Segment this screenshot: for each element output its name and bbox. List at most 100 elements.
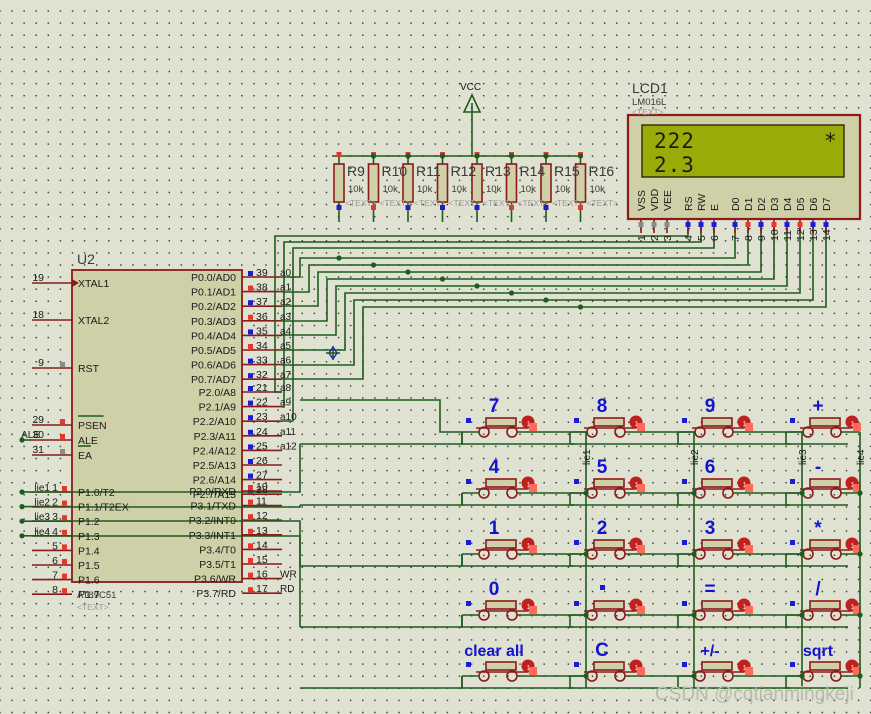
pin-name: P3.6/WR	[194, 574, 236, 586]
pin-number: 26	[256, 455, 268, 467]
pin-number: 16	[256, 569, 268, 581]
net-label: lie3	[34, 512, 50, 523]
schematic-labels: VCC R9 10k <TEXT> R10 10k <TEXT> R11 10k <TEXT> R1…	[21, 80, 867, 705]
net-label: a10	[280, 412, 297, 423]
net-label: a12	[280, 441, 297, 452]
resistor-text-tag: <TEXT>	[449, 198, 481, 208]
lcd-pin-name: VDD	[649, 188, 661, 211]
key-label: =	[704, 579, 715, 600]
pin-name: P2.6/A14	[193, 475, 236, 487]
pin-name: P2.3/A11	[194, 431, 237, 443]
pin-name: P2.2/A10	[193, 416, 236, 428]
lcd-pin-number: 1	[636, 235, 648, 241]
pin-number: 24	[256, 426, 268, 438]
resistor-value: 10k	[555, 184, 571, 195]
net-label: a0	[280, 268, 292, 279]
pin-number: 3	[52, 511, 58, 523]
schematic-canvas[interactable]: 222 * 2.3 ↕ ↕ ↕ ↕ ↕ ↕ ↕ ↕ ↕ ↕ ↕ ↕ ↕ ↕ ↕ ↕ ↕ ↕ ↕ ↕ VCC R9 10k <TEX…	[0, 0, 871, 714]
column-net-label: lie3	[798, 449, 809, 465]
resistor-text-tag: <TEXT>	[483, 198, 515, 208]
key-label: 2	[597, 518, 608, 539]
key-label: clear all	[464, 643, 524, 660]
key-label: 0	[489, 579, 500, 600]
key-label: +	[812, 396, 823, 417]
key-label: +/-	[700, 643, 719, 660]
net-label: a1	[280, 283, 292, 294]
lcd-pin-name: D7	[821, 197, 833, 211]
lcd-pin-number: 11	[782, 230, 794, 241]
pin-number: 27	[256, 470, 268, 482]
resistor-ref: R15	[554, 163, 580, 179]
key-label: 3	[705, 518, 716, 539]
pin-number: 22	[256, 397, 268, 409]
lcd-pin-number: 9	[756, 235, 768, 241]
pin-name: P0.4/AD4	[191, 330, 236, 342]
lcd-pin-number: 4	[683, 235, 695, 241]
key-label: C	[595, 640, 609, 661]
net-label: a5	[280, 341, 292, 352]
net-label: RD	[280, 584, 294, 595]
vcc-label: VCC	[460, 82, 481, 93]
resistor-value: 10k	[452, 184, 468, 195]
resistor-ref: R13	[485, 163, 511, 179]
column-net-label: lie1	[582, 449, 593, 465]
key-label: 5	[597, 457, 608, 478]
lcd-pin-name: D5	[795, 197, 807, 211]
lcd-pin-name: VSS	[636, 190, 648, 211]
pin-number: 13	[256, 525, 268, 537]
pin-number: 21	[256, 382, 268, 394]
pin-name: P3.5/T1	[199, 559, 236, 571]
pin-number: 14	[256, 539, 268, 551]
resistor-ref: R11	[416, 163, 441, 179]
pin-name: P1.3	[78, 531, 100, 543]
pin-number: 9	[38, 357, 44, 369]
lcd-pin-number: 13	[808, 229, 820, 241]
lcd-pin-number: 8	[743, 235, 755, 241]
resistor-value: 10k	[383, 184, 399, 195]
pin-name: P0.3/AD3	[191, 316, 236, 328]
pin-number: 12	[256, 510, 268, 522]
pin-number: 11	[256, 496, 267, 508]
pin-number: 25	[256, 440, 268, 452]
pin-name: P3.3/INT1	[189, 530, 236, 542]
pin-number: 2	[52, 497, 58, 509]
pin-number: 7	[52, 570, 58, 582]
pin-number: 17	[256, 583, 268, 595]
key-label: 9	[705, 396, 716, 417]
pin-number: 18	[32, 309, 44, 321]
pin-number: 31	[32, 444, 44, 456]
resistor-value: 10k	[590, 184, 606, 195]
net-label: a11	[280, 427, 296, 438]
key-label: /	[815, 579, 821, 600]
resistor-value: 10k	[417, 184, 433, 195]
watermark: CSDN @cqtianmingkeji	[655, 684, 854, 705]
lcd-pin-name: D0	[730, 197, 742, 211]
pin-name: XTAL2	[78, 315, 109, 327]
net-label: a4	[280, 326, 292, 337]
pin-number: 29	[32, 414, 44, 426]
lcd-pin-name: VEE	[662, 190, 674, 211]
pin-number: 6	[52, 555, 58, 567]
pin-number: 38	[256, 282, 268, 294]
net-label: lie1	[34, 483, 50, 494]
net-label: a6	[280, 356, 292, 367]
pin-name: P0.7/AD7	[191, 374, 236, 386]
resistor-ref: R14	[520, 163, 546, 179]
resistor-value: 10k	[486, 184, 502, 195]
net-label: ALE	[21, 430, 40, 441]
column-net-label: lie4	[856, 449, 867, 465]
lcd-pin-number: 2	[649, 235, 661, 241]
key-label: 6	[705, 457, 716, 478]
resistor-value: 10k	[521, 184, 537, 195]
pin-number: 5	[52, 540, 58, 552]
pin-name: P0.6/AD6	[191, 360, 236, 372]
lcd-pin-number: 7	[730, 235, 742, 241]
pin-name: P0.1/AD1	[191, 287, 236, 299]
lcd-pin-number: 3	[662, 235, 674, 241]
resistor-ref: R9	[347, 163, 365, 179]
resistor-ref: R16	[589, 163, 615, 179]
pin-name: P1.4	[78, 545, 100, 557]
pin-name: P1.7	[78, 589, 100, 601]
mcu-reference: U2	[77, 251, 95, 267]
pin-name: P3.1/TXD	[190, 501, 236, 513]
